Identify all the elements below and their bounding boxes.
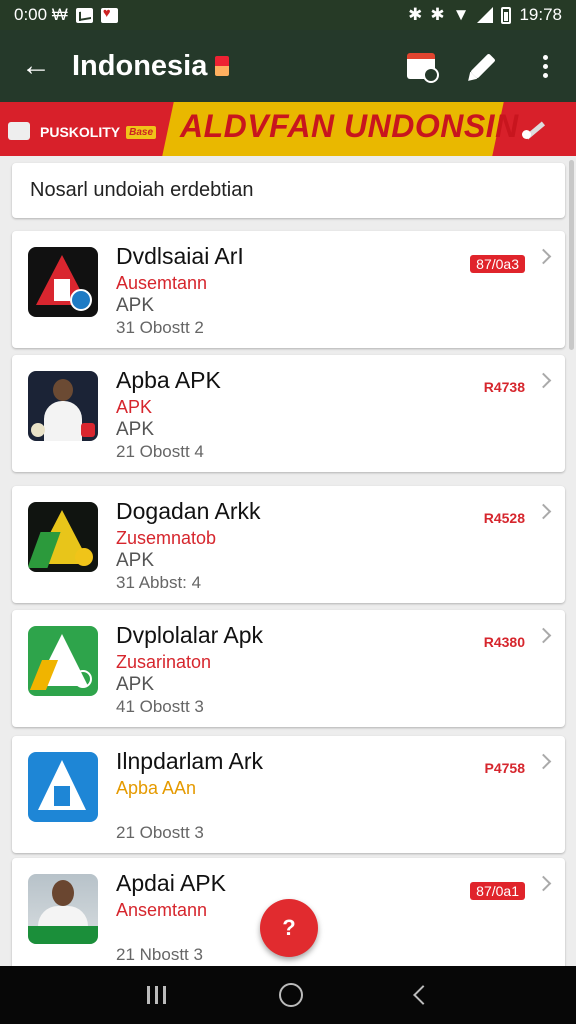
app-meta: 41 Obostt 3 [116,697,204,716]
banner-left-text: PUSKOLITY [40,124,121,140]
page-title-text: Indonesia [72,49,208,82]
yellow-a-app-icon [28,502,98,572]
list-item[interactable]: Apba APK APK APK 21 Obostt 4 R4738 [12,355,565,472]
calendar-button[interactable] [390,35,452,97]
app-title: Apba APK [116,367,221,393]
banner-badge: Base [126,125,157,139]
status-time: 0:00 ₩ [14,5,68,24]
recent-apps-icon[interactable] [146,986,166,1004]
flag-icon [215,56,230,76]
app-subtitle: APK [116,397,153,417]
price-label: R4528 [483,510,525,526]
back-nav-icon[interactable] [412,985,433,1005]
page-title: Indonesia [72,50,390,83]
app-meta: 31 Obostt 2 [116,318,204,337]
list-item[interactable]: Dvplolalar Apk Zusarinaton APK 41 Obostt… [12,610,565,727]
edit-button[interactable] [452,35,514,97]
search-input[interactable]: Nosarl undoiah erdebtian [12,163,565,218]
fab-label: ? [282,915,296,940]
chevron-right-icon [535,372,552,389]
price-label: P4758 [484,760,525,776]
search-placeholder: Nosarl undoiah erdebtian [30,179,254,201]
list-item[interactable]: Dvdlsaiai ArI Ausemtann APK 31 Obostt 2 … [12,231,565,348]
wifi-icon: ▼ [452,5,470,24]
app-type: APK [116,674,155,695]
banner-left: PUSKOLITY Base [34,120,168,144]
more-vert-icon [542,54,548,78]
list-item[interactable]: Dogadan Arkk Zusemnatob APK 31 Abbst: 4 … [12,486,565,603]
calendar-icon [407,53,439,83]
notification-heart-icon [100,5,118,23]
notification-mail-icon [75,7,93,23]
pen-icon [470,53,496,79]
green-a-app-icon [28,626,98,696]
app-type: APK [116,419,155,440]
bluetooth-icon: ✱ [408,5,423,24]
app-title: Apdai APK [116,870,226,896]
price-badge: 87/0a1 [470,882,525,900]
price-badge: 87/0a3 [470,255,525,273]
app-subtitle: Zusemnatob [116,528,217,548]
app-type: APK [116,295,155,316]
app-meta: 21 Obostt 4 [116,442,204,461]
app-title: Dogadan Arkk [116,498,261,524]
app-title: Dvdlsaiai ArI [116,243,244,269]
home-icon[interactable] [278,983,303,1007]
floating-action-button[interactable]: ? [260,899,318,957]
banner-title: ALDVFAN UNDONSIN [180,108,519,144]
signal-icon [477,7,494,23]
chevron-right-icon [535,753,552,770]
app-title: Ilnpdarlam Ark [116,748,264,774]
app-type: APK [116,550,155,571]
app-subtitle: Ausemtann [116,273,208,293]
status-clock: 19:78 [519,5,562,24]
app-title: Dvplolalar Apk [116,622,264,648]
red-a-app-icon [28,247,98,317]
blue-a-app-icon [28,752,98,822]
status-right: ✱ ✱ ▼ 19:78 [408,5,562,25]
app-subtitle: Apba AAn [116,778,197,798]
person-portrait-icon [28,371,98,441]
list-item[interactable]: Ilnpdarlam Ark Apba AAn 21 Obostt 3 P475… [12,736,565,853]
app-bar: ← Indonesia [0,30,576,102]
arrow-left-icon: ← [21,49,51,82]
bluetooth-icon-2: ✱ [430,5,445,24]
man-photo-icon [28,874,98,944]
chevron-right-icon [535,503,552,520]
chevron-right-icon [535,248,552,265]
price-label: R4738 [483,379,525,395]
promo-banner[interactable]: PUSKOLITY Base ALDVFAN UNDONSIN [0,102,576,156]
app-meta: 31 Abbst: 4 [116,573,202,592]
status-left: 0:00 ₩ [14,5,118,25]
app-list-container[interactable]: Nosarl undoiah erdebtian Dvdlsaiai ArI A… [0,156,576,966]
back-button[interactable]: ← [0,30,72,102]
battery-icon [501,6,512,24]
app-meta: 21 Nbostt 3 [116,945,203,964]
chevron-right-icon [535,627,552,644]
app-subtitle: Zusarinaton [116,652,212,672]
price-label: R4380 [483,634,525,650]
app-subtitle: Ansemtann [116,900,208,920]
system-navigation-bar [0,966,576,1024]
app-meta: 21 Obostt 3 [116,823,204,842]
status-bar: 0:00 ₩ ✱ ✱ ▼ 19:78 [0,0,576,30]
scrollbar[interactable] [569,160,574,350]
chevron-right-icon [535,875,552,892]
more-options-button[interactable] [514,35,576,97]
banner-box-icon [8,122,30,140]
tool-icon [520,116,546,142]
